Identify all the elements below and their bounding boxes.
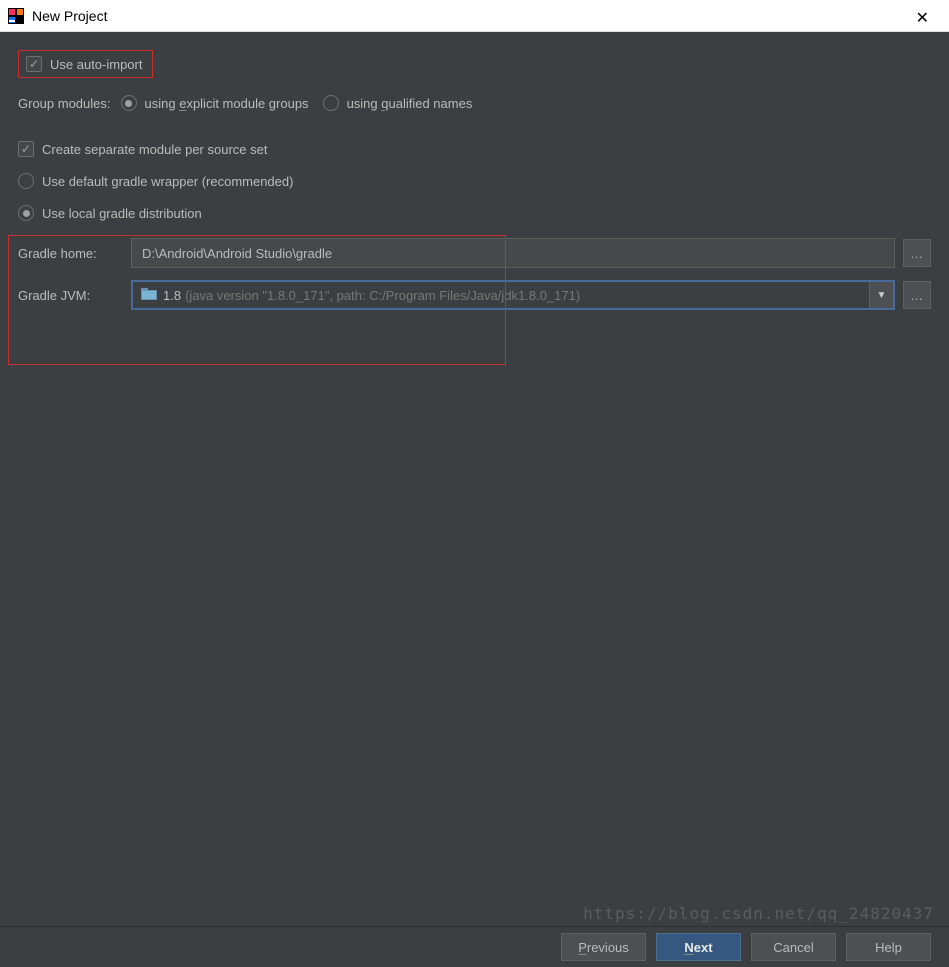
help-button[interactable]: Help (846, 933, 931, 961)
gradle-home-input[interactable] (131, 238, 895, 268)
gradle-home-label: Gradle home: (18, 246, 131, 261)
gradle-jvm-value: 1.8 (163, 288, 181, 303)
gradle-jvm-label: Gradle JVM: (18, 288, 131, 303)
auto-import-label: Use auto-import (50, 57, 142, 72)
separate-module-label: Create separate module per source set (42, 142, 267, 157)
local-distribution-label: Use local gradle distribution (42, 206, 202, 221)
local-distribution-option[interactable]: Use local gradle distribution (18, 202, 931, 224)
default-wrapper-label: Use default gradle wrapper (recommended) (42, 174, 293, 189)
dialog-content: Use auto-import Group modules: using exp… (0, 32, 949, 926)
intellij-icon (8, 8, 24, 24)
gradle-home-browse-button[interactable]: … (903, 239, 931, 267)
titlebar: New Project ✕ (0, 0, 949, 32)
gradle-home-row: Gradle home: … (18, 238, 931, 268)
next-button[interactable]: Next (656, 933, 741, 961)
default-wrapper-radio[interactable] (18, 173, 34, 189)
gradle-jvm-combo[interactable]: 1.8 (java version "1.8.0_171", path: C:/… (131, 280, 895, 310)
watermark: https://blog.csdn.net/qq_24820437 (583, 904, 934, 923)
folder-icon (141, 288, 157, 302)
explicit-groups-label: using explicit module groups (145, 96, 309, 111)
window-title: New Project (32, 8, 107, 24)
separate-module-checkbox[interactable] (18, 141, 34, 157)
auto-import-checkbox[interactable] (26, 56, 42, 72)
default-wrapper-option[interactable]: Use default gradle wrapper (recommended) (18, 170, 931, 192)
local-distribution-radio[interactable] (18, 205, 34, 221)
explicit-groups-radio[interactable] (121, 95, 137, 111)
qualified-names-label: using qualified names (347, 96, 473, 111)
gradle-jvm-browse-button[interactable]: … (903, 281, 931, 309)
group-modules-label: Group modules: (18, 96, 111, 111)
auto-import-option[interactable]: Use auto-import (18, 50, 153, 78)
gradle-jvm-detail: (java version "1.8.0_171", path: C:/Prog… (185, 288, 580, 303)
separate-module-option[interactable]: Create separate module per source set (18, 138, 931, 160)
gradle-jvm-row: Gradle JVM: 1.8 (java version "1.8.0_171… (18, 280, 931, 310)
dialog-footer: Previous Next Cancel Help (0, 926, 949, 967)
group-modules-row: Group modules: using explicit module gro… (18, 92, 931, 114)
qualified-names-radio[interactable] (323, 95, 339, 111)
cancel-button[interactable]: Cancel (751, 933, 836, 961)
close-icon[interactable]: ✕ (908, 6, 937, 30)
chevron-down-icon[interactable]: ▼ (869, 282, 893, 308)
previous-button[interactable]: Previous (561, 933, 646, 961)
